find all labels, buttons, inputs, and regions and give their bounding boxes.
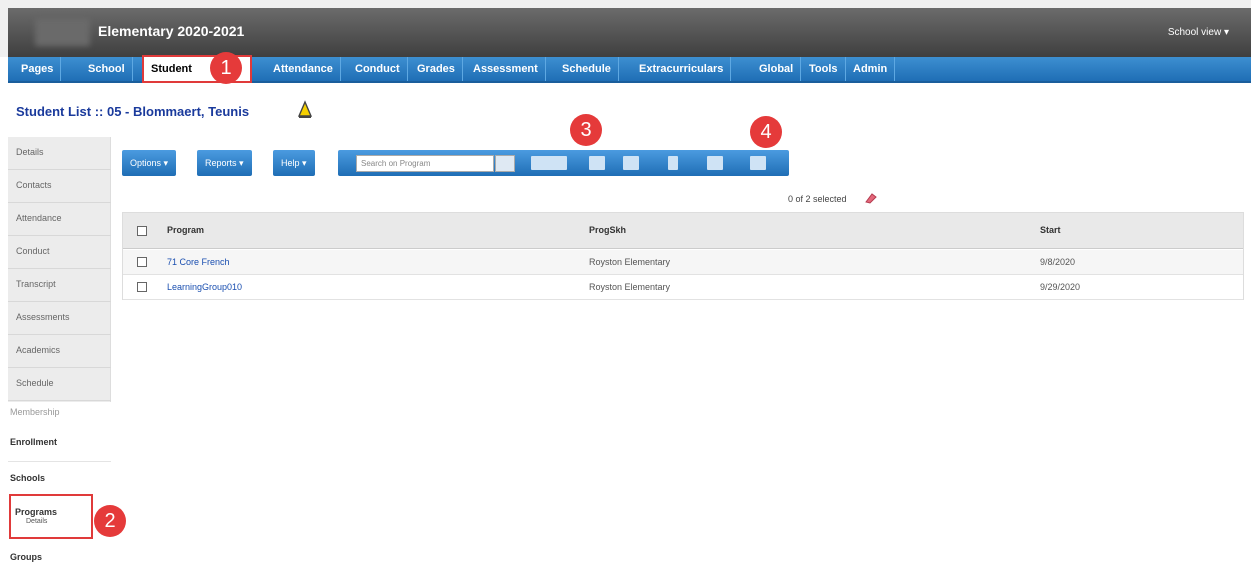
tab-schedule[interactable]: Schedule <box>555 57 619 81</box>
side-item-academics[interactable]: Academics <box>8 335 111 368</box>
page-title: Student List :: 05 - Blommaert, Teunis <box>16 104 250 119</box>
side-item-attendance[interactable]: Attendance <box>8 203 111 236</box>
programs-details-label[interactable]: Details <box>26 518 47 525</box>
start-date-cell: 9/8/2020 <box>1040 257 1076 267</box>
options-button[interactable]: Options ▾ <box>122 150 177 176</box>
reports-button[interactable]: Reports ▾ <box>197 150 252 176</box>
column-header-progskh[interactable]: ProgSkh <box>589 225 626 235</box>
side-item-assessments[interactable]: Assessments <box>8 302 111 335</box>
side-item-schools[interactable]: Schools <box>10 473 45 483</box>
school-logo <box>35 18 90 46</box>
row-checkbox[interactable] <box>137 282 147 292</box>
search-input[interactable]: Search on Program <box>356 155 494 172</box>
school-view-dropdown[interactable]: School view ▾ <box>1168 27 1229 38</box>
side-item-conduct[interactable]: Conduct <box>8 236 111 269</box>
tab-attendance[interactable]: Attendance <box>266 57 341 81</box>
tab-conduct[interactable]: Conduct <box>348 57 408 81</box>
table-row: 71 Core French Royston Elementary 9/8/20… <box>123 250 1243 275</box>
bell-icon[interactable] <box>296 100 314 120</box>
table-header: Program ProgSkh Start <box>123 213 1243 249</box>
row-checkbox[interactable] <box>137 257 147 267</box>
chart-icon[interactable] <box>668 156 678 170</box>
side-item-transcript[interactable]: Transcript <box>8 269 111 302</box>
programs-label: Programs <box>15 507 58 517</box>
filter-icon[interactable] <box>531 156 567 170</box>
selected-count: 0 of 2 selected <box>788 194 847 204</box>
callout-2: 2 <box>94 505 126 537</box>
program-table: Program ProgSkh Start 71 Core French Roy… <box>122 212 1244 300</box>
side-item-contacts[interactable]: Contacts <box>8 170 111 203</box>
side-item-programs[interactable]: Programs Details <box>9 494 93 539</box>
main-nav: Pages School Student Attendance Conduct … <box>8 55 1251 83</box>
tab-pages[interactable]: Pages <box>14 57 62 81</box>
callout-3: 3 <box>570 114 602 146</box>
tab-tools[interactable]: Tools <box>802 57 846 81</box>
divider <box>8 461 111 462</box>
search-icon[interactable] <box>495 155 515 172</box>
export-icon[interactable] <box>750 156 766 170</box>
callout-4: 4 <box>750 116 782 148</box>
help-button[interactable]: Help ▾ <box>273 150 315 176</box>
side-nav: Details Contacts Attendance Conduct Tran… <box>8 137 111 402</box>
column-header-start[interactable]: Start <box>1040 225 1061 235</box>
side-item-schedule[interactable]: Schedule <box>8 368 111 401</box>
print-icon[interactable] <box>707 156 723 170</box>
tab-school[interactable]: School <box>81 57 133 81</box>
tab-admin[interactable]: Admin <box>846 57 896 81</box>
card-view-icon[interactable] <box>623 156 639 170</box>
tab-extracurriculars[interactable]: Extracurriculars <box>632 57 732 81</box>
column-header-program[interactable]: Program <box>167 225 204 235</box>
table-row: LearningGroup010 Royston Elementary 9/29… <box>123 275 1243 300</box>
top-header: Elementary 2020-2021 School view ▾ <box>0 0 1251 57</box>
tab-assessment[interactable]: Assessment <box>466 57 546 81</box>
program-link[interactable]: 71 Core French <box>167 257 230 267</box>
tool-strip: Search on Program <box>338 150 789 176</box>
start-date-cell: 9/29/2020 <box>1040 282 1081 292</box>
program-link[interactable]: LearningGroup010 <box>167 282 242 292</box>
header-bar: Elementary 2020-2021 School view ▾ <box>8 8 1251 57</box>
side-item-details[interactable]: Details <box>8 137 111 170</box>
membership-label: Membership <box>10 407 60 417</box>
tab-grades[interactable]: Grades <box>410 57 463 81</box>
side-item-enrollment[interactable]: Enrollment <box>10 437 57 447</box>
school-cell: Royston Elementary <box>589 282 671 292</box>
select-all-checkbox[interactable] <box>137 226 147 236</box>
table-view-icon[interactable] <box>589 156 605 170</box>
school-cell: Royston Elementary <box>589 257 671 267</box>
school-title: Elementary 2020-2021 <box>98 23 245 39</box>
callout-1: 1 <box>210 52 242 84</box>
side-item-groups[interactable]: Groups <box>10 552 42 562</box>
tab-global[interactable]: Global <box>752 57 802 81</box>
eraser-icon[interactable] <box>864 192 878 204</box>
